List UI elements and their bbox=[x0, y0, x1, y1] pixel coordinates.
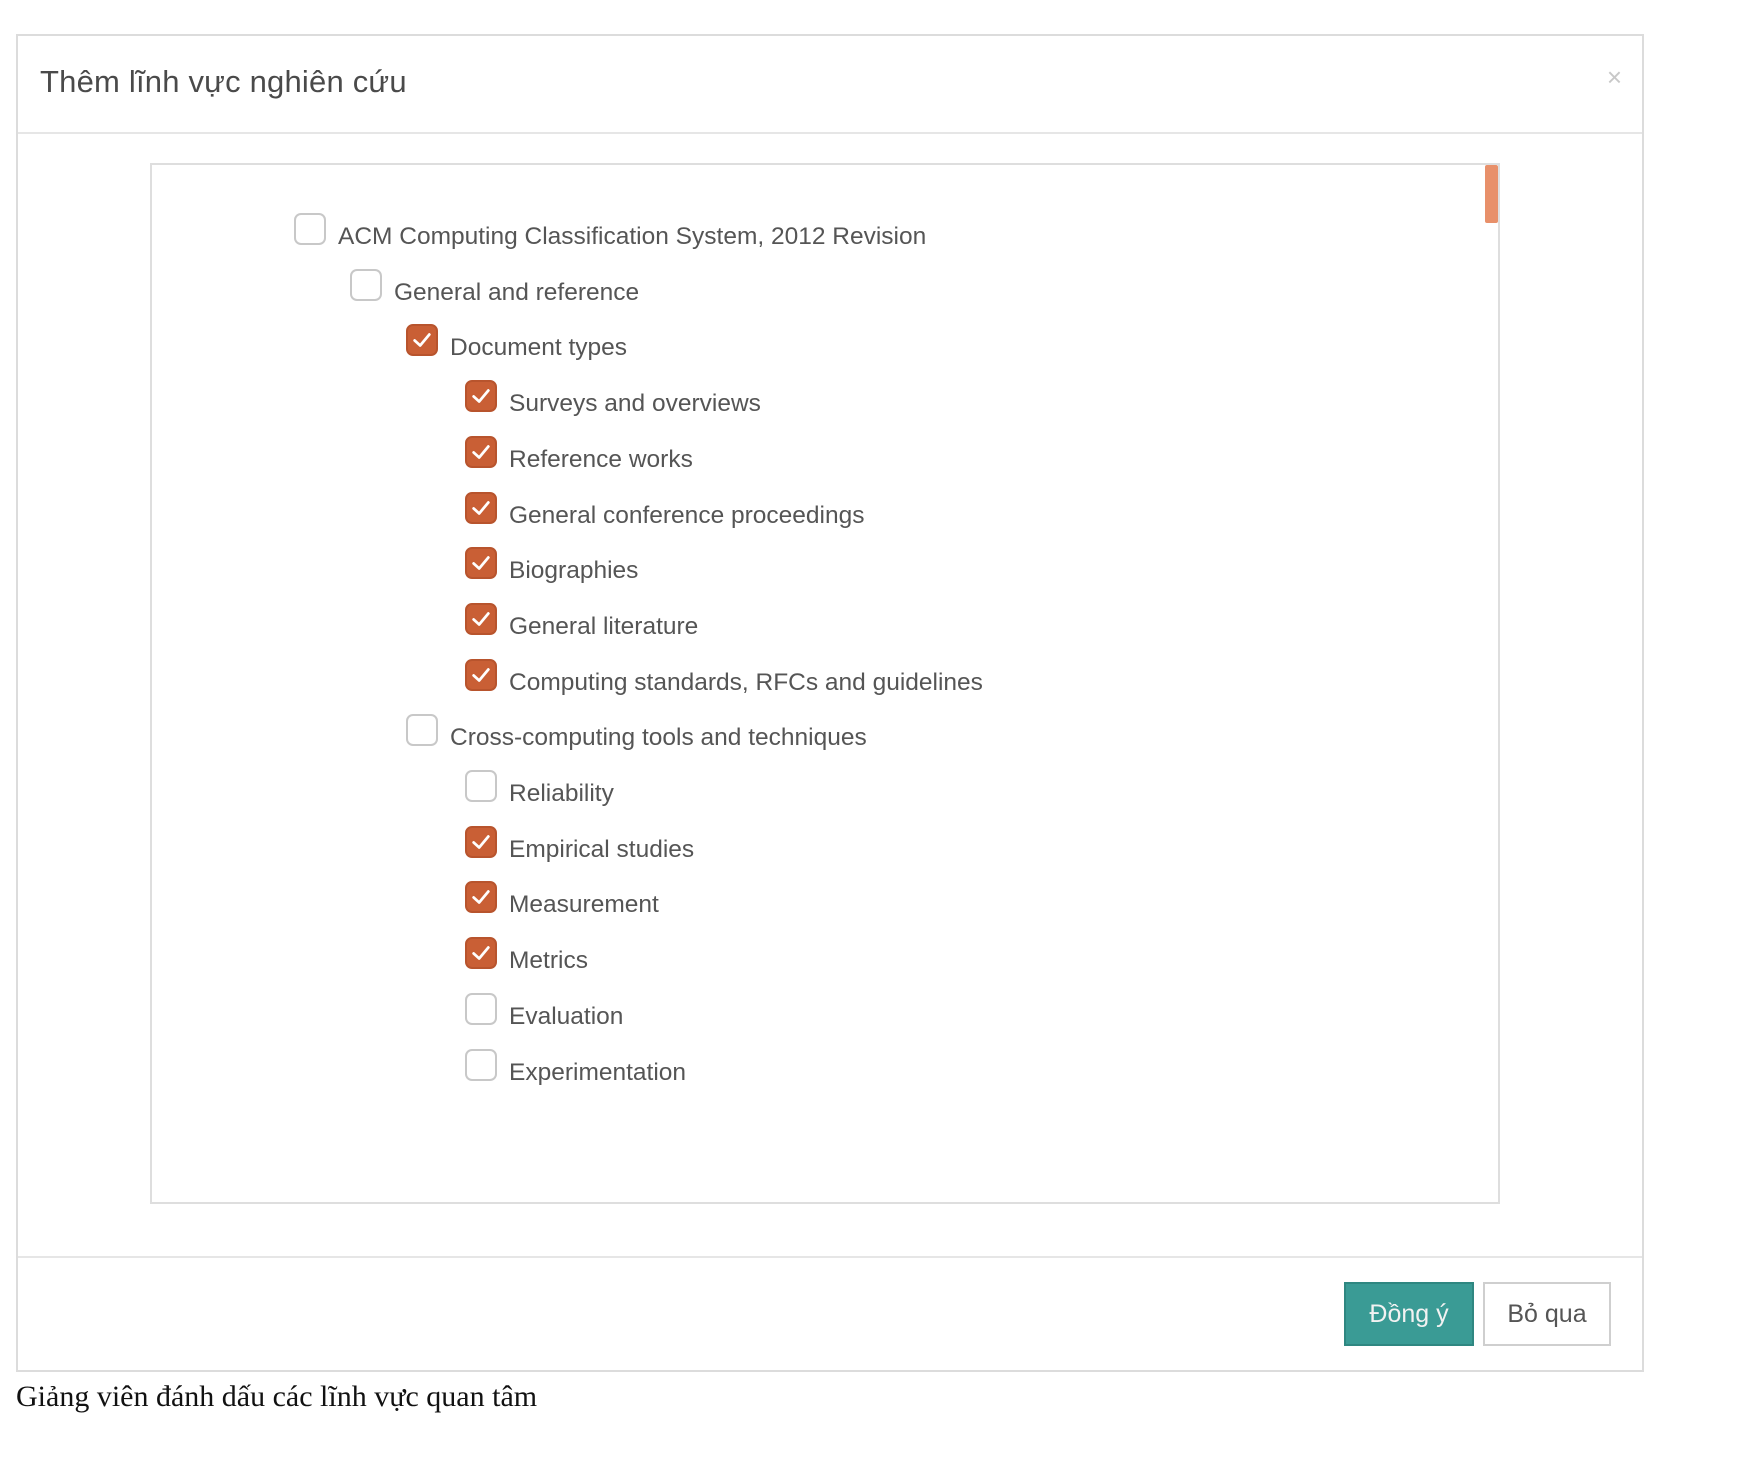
modal-header: Thêm lĩnh vực nghiên cứu × bbox=[18, 36, 1642, 134]
tree-panel[interactable]: ACM Computing Classification System, 201… bbox=[150, 163, 1500, 1204]
checkmark-icon bbox=[472, 389, 490, 403]
tree-item[interactable]: Document types bbox=[406, 324, 628, 368]
tree-item-label: Surveys and overviews bbox=[509, 390, 761, 417]
tree-item-label: Computing standards, RFCs and guidelines bbox=[509, 669, 983, 696]
tree-item[interactable]: Cross-computing tools and techniques bbox=[406, 714, 867, 758]
tree-item[interactable]: Reliability bbox=[465, 770, 614, 814]
tree-item-label: General and reference bbox=[394, 279, 640, 306]
checkmark-icon bbox=[472, 501, 490, 515]
tree-item[interactable]: Measurement bbox=[465, 881, 659, 925]
checkmark-icon bbox=[472, 445, 490, 459]
modal-footer: Đồng ý Bỏ qua bbox=[18, 1256, 1642, 1370]
checkmark-icon bbox=[472, 890, 490, 904]
confirm-button[interactable]: Đồng ý bbox=[1344, 1282, 1474, 1346]
tree-item-label: General conference proceedings bbox=[509, 502, 865, 529]
tree-item[interactable]: Reference works bbox=[465, 436, 693, 480]
figure-caption: Giảng viên đánh dấu các lĩnh vực quan tâ… bbox=[16, 1380, 538, 1413]
checkbox-checked[interactable] bbox=[465, 826, 497, 858]
tree-item-label: Experimentation bbox=[509, 1059, 687, 1086]
tree-item[interactable]: Evaluation bbox=[465, 993, 624, 1037]
checkbox-checked[interactable] bbox=[465, 603, 497, 635]
modal-dialog: Thêm lĩnh vực nghiên cứu × ACM Computing… bbox=[16, 34, 1644, 1372]
tree-item-label: Biographies bbox=[509, 557, 639, 584]
checkmark-icon bbox=[413, 333, 431, 347]
tree-item[interactable]: General conference proceedings bbox=[465, 492, 865, 536]
tree-item-label: Reliability bbox=[509, 780, 614, 807]
tree-item[interactable]: General and reference bbox=[350, 269, 640, 313]
close-icon[interactable]: × bbox=[1607, 64, 1622, 90]
tree-item-label: General literature bbox=[509, 613, 699, 640]
checkbox[interactable] bbox=[465, 993, 497, 1025]
scrollbar-thumb[interactable] bbox=[1485, 165, 1498, 223]
checkbox-checked[interactable] bbox=[465, 881, 497, 913]
tree-item[interactable]: Metrics bbox=[465, 937, 588, 981]
checkbox-checked[interactable] bbox=[465, 659, 497, 691]
tree-item[interactable]: Experimentation bbox=[465, 1049, 687, 1093]
checkbox[interactable] bbox=[465, 770, 497, 802]
modal-title: Thêm lĩnh vực nghiên cứu bbox=[40, 64, 407, 99]
tree-item[interactable]: Biographies bbox=[465, 547, 639, 591]
tree-item[interactable]: Surveys and overviews bbox=[465, 380, 761, 424]
tree-item[interactable]: ACM Computing Classification System, 201… bbox=[294, 213, 927, 257]
checkbox-checked[interactable] bbox=[465, 937, 497, 969]
checkbox[interactable] bbox=[350, 269, 382, 301]
checkbox[interactable] bbox=[294, 213, 326, 245]
checkbox-checked[interactable] bbox=[465, 380, 497, 412]
checkmark-icon bbox=[472, 835, 490, 849]
tree-item[interactable]: Empirical studies bbox=[465, 826, 695, 870]
checkbox-checked[interactable] bbox=[465, 436, 497, 468]
tree-item-label: Cross-computing tools and techniques bbox=[450, 724, 867, 751]
checkmark-icon bbox=[472, 612, 490, 626]
checkmark-icon bbox=[472, 556, 490, 570]
checkbox-checked[interactable] bbox=[406, 324, 438, 356]
tree-item-label: Metrics bbox=[509, 947, 588, 974]
checkbox[interactable] bbox=[465, 1049, 497, 1081]
tree-item-label: Evaluation bbox=[509, 1003, 624, 1030]
tree-item-label: Document types bbox=[450, 334, 628, 361]
tree-item-label: Measurement bbox=[509, 891, 659, 918]
tree-item[interactable]: Computing standards, RFCs and guidelines bbox=[465, 659, 983, 703]
tree-item[interactable]: General literature bbox=[465, 603, 699, 647]
tree-item-label: ACM Computing Classification System, 201… bbox=[338, 223, 927, 250]
checkbox-checked[interactable] bbox=[465, 492, 497, 524]
checkbox[interactable] bbox=[406, 714, 438, 746]
tree-item-label: Empirical studies bbox=[509, 836, 695, 863]
checkmark-icon bbox=[472, 946, 490, 960]
checkbox-checked[interactable] bbox=[465, 547, 497, 579]
checkmark-icon bbox=[472, 668, 490, 682]
cancel-button[interactable]: Bỏ qua bbox=[1483, 1282, 1611, 1346]
tree-item-label: Reference works bbox=[509, 446, 693, 473]
